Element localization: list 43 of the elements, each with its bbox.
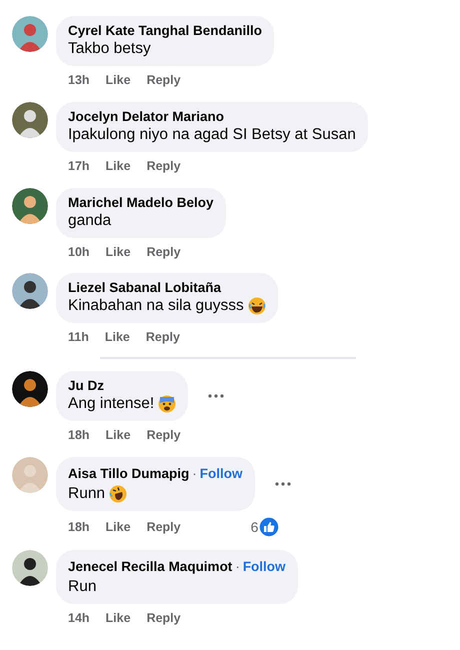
more-options-icon[interactable]	[206, 393, 226, 399]
more-options-icon[interactable]	[272, 480, 293, 487]
comment-time: 18h	[68, 518, 90, 536]
commenter-name[interactable]: Aisa Tillo Dumapig	[68, 466, 190, 482]
commenter-name[interactable]: Liezel Sabanal Lobitaña	[68, 280, 222, 296]
reply-link[interactable]: Reply	[146, 426, 181, 445]
like-link[interactable]: Like	[106, 518, 131, 536]
like-link[interactable]: Like	[106, 426, 131, 445]
reply-link[interactable]: Reply	[146, 609, 181, 628]
like-link[interactable]: Like	[106, 609, 131, 628]
reply-link[interactable]: Reply	[146, 328, 180, 347]
like-link[interactable]: Like	[106, 71, 131, 90]
like-link[interactable]: Like	[104, 328, 130, 347]
comment-time: 18h	[68, 427, 90, 444]
follow-link[interactable]: Follow	[242, 557, 286, 578]
comment-text: Ipakulong niyo na agad SI Betsy at Susan	[68, 124, 356, 145]
comment-time: 11h	[68, 329, 89, 346]
comment-text: Takbo betsy	[68, 39, 151, 59]
commenter-name[interactable]: Ju Dz	[68, 378, 104, 394]
like-link[interactable]: Like	[106, 156, 131, 176]
comment-text: ganda	[68, 210, 112, 230]
commenter-name[interactable]: Jenecel Recilla Maquimot	[68, 559, 232, 576]
commenter-name[interactable]: Marichel Madelo Beloy	[68, 194, 214, 210]
comment-time: 13h	[68, 72, 90, 89]
comment-text: Run	[68, 577, 96, 598]
comment-time: 17h	[68, 158, 90, 175]
reply-link[interactable]: Reply	[146, 518, 181, 536]
like-reaction-icon[interactable]	[258, 516, 280, 538]
separator-dot: ·	[234, 558, 241, 576]
comment-text: Kinabahan na sila guysss	[68, 296, 244, 316]
like-link[interactable]: Like	[106, 242, 131, 262]
comment-text: Ang intense!	[68, 394, 154, 414]
reply-link[interactable]: Reply	[146, 242, 181, 262]
commenter-name[interactable]: Cyrel Kate Tanghal Bendanillo	[68, 23, 262, 39]
comment-time: 10h	[68, 244, 90, 260]
comment-time: 14h	[68, 610, 90, 628]
reply-link[interactable]: Reply	[146, 71, 181, 90]
follow-link[interactable]: Follow	[200, 464, 243, 484]
reply-link[interactable]: Reply	[146, 156, 181, 176]
commenter-name[interactable]: Jocelyn Delator Mariano	[68, 108, 224, 125]
separator-dot: ·	[191, 464, 198, 483]
reaction-count: 6	[250, 518, 258, 536]
comment-text: Runn	[68, 484, 106, 504]
